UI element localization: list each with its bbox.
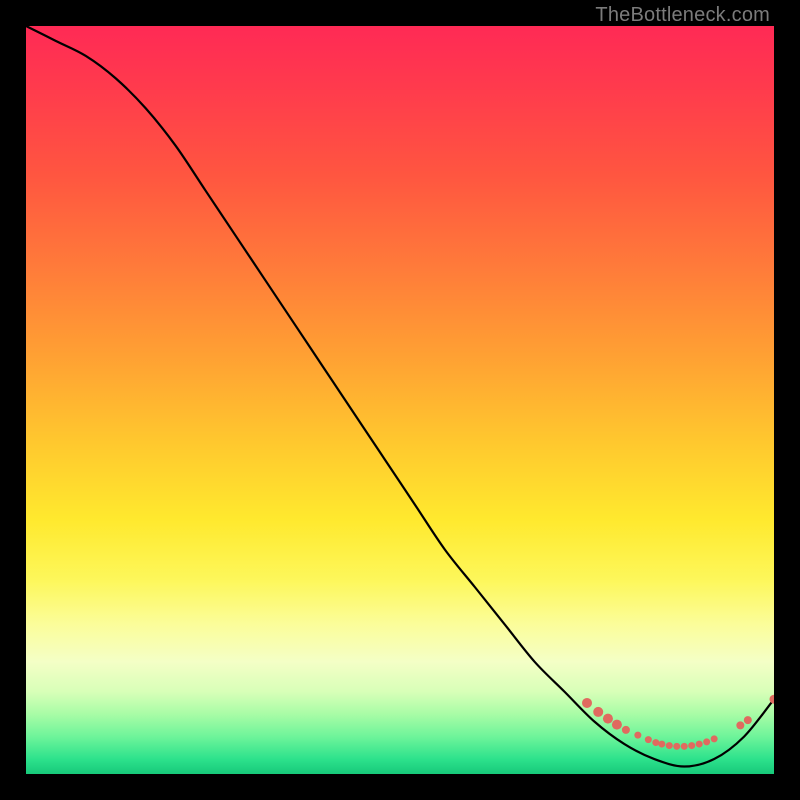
chart-svg: [26, 26, 774, 774]
highlight-dot: [622, 726, 630, 734]
highlight-dot: [658, 741, 665, 748]
highlight-dot: [688, 742, 695, 749]
chart-frame: TheBottleneck.com: [0, 0, 800, 800]
highlight-dot: [634, 732, 641, 739]
highlight-dot: [652, 739, 659, 746]
highlight-dot: [645, 736, 652, 743]
plot-area: [26, 26, 774, 774]
highlight-dot: [603, 714, 613, 724]
highlight-dot: [582, 698, 592, 708]
highlight-dot: [711, 735, 718, 742]
highlight-dot: [593, 707, 603, 717]
highlight-dot: [666, 742, 673, 749]
highlight-dot: [703, 738, 710, 745]
highlight-dot: [736, 721, 744, 729]
watermark-text: TheBottleneck.com: [595, 4, 770, 27]
highlight-dot: [673, 743, 680, 750]
bottleneck-curve-path: [26, 26, 774, 767]
highlight-dot: [696, 741, 703, 748]
highlight-dots-group: [582, 695, 774, 750]
highlight-dot: [681, 743, 688, 750]
highlight-dot: [612, 720, 622, 730]
highlight-dot: [744, 716, 752, 724]
highlight-dot: [770, 695, 775, 704]
